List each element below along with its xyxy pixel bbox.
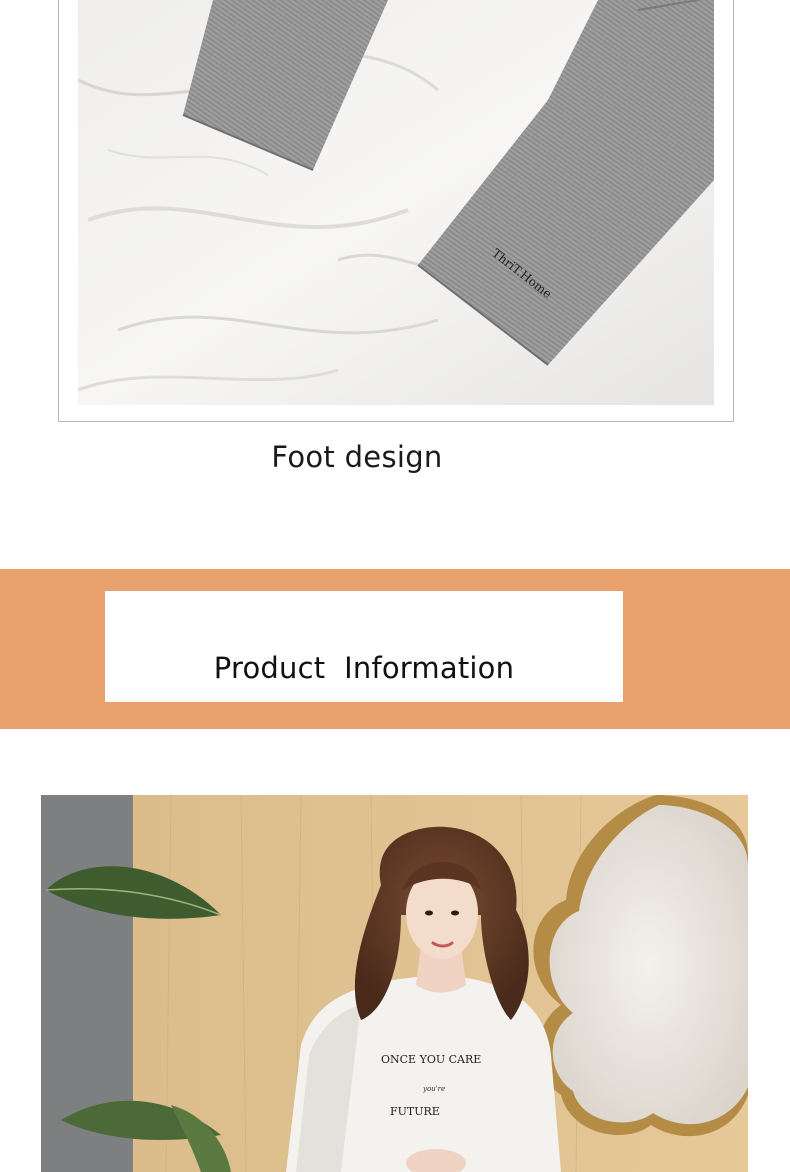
sleeve-detail-photo: ThriT.Home bbox=[78, 0, 714, 405]
caption-foot-design: Foot design bbox=[271, 440, 443, 474]
model-photo: ONCE YOU CARE you're FUTURE bbox=[41, 795, 748, 1172]
section-title: Product Information bbox=[213, 651, 515, 685]
shirt-print-line-2: you're bbox=[423, 1085, 446, 1093]
shirt-print-line-3: FUTURE bbox=[390, 1105, 440, 1118]
banner-box: Product Information bbox=[105, 591, 623, 702]
section-banner: Product Information bbox=[0, 569, 790, 729]
shirt-print-line-1: ONCE YOU CARE bbox=[381, 1053, 482, 1066]
